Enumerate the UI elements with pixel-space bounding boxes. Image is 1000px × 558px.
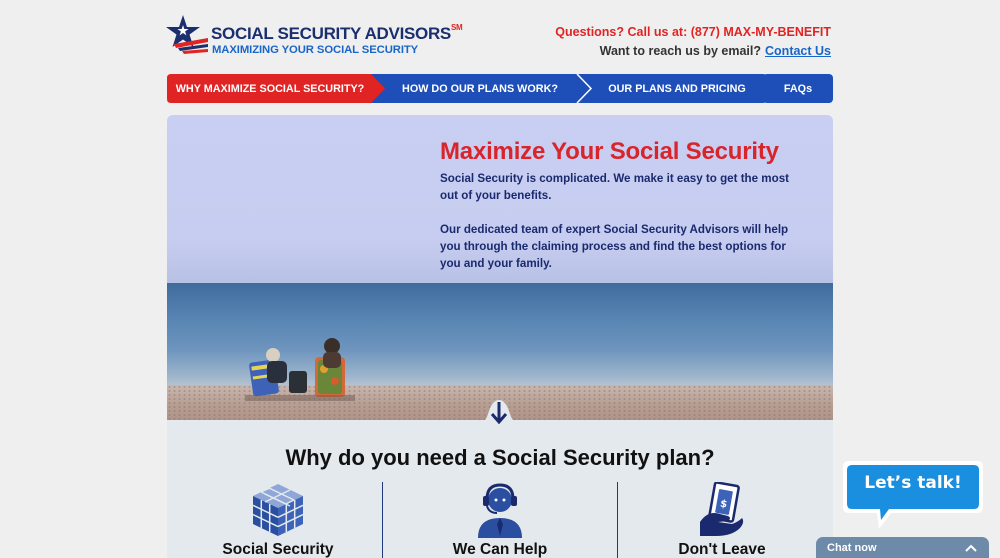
nav-label: WHY MAXIMIZE SOCIAL SECURITY? (175, 82, 365, 95)
column-label: Social Security (222, 541, 334, 558)
hero-paragraph-2: Our dedicated team of expert Social Secu… (440, 223, 789, 270)
email-prompt-row: Want to reach us by email? Contact Us (555, 44, 831, 58)
lets-talk-text: Let’s talk! (864, 473, 962, 493)
brand-tagline: MAXIMIZING YOUR SOCIAL SECURITY (212, 44, 419, 56)
service-mark: SM (450, 23, 463, 32)
main-nav: WHY MAXIMIZE SOCIAL SECURITY? OUR PLANS … (167, 74, 833, 103)
down-arrow-icon[interactable] (464, 394, 534, 428)
why-plan-section: Why do you need a Social Security plan? … (167, 400, 833, 558)
brand-name: SOCIAL SECURITY ADVISORSSM (211, 23, 463, 43)
nav-label: FAQs (783, 82, 813, 95)
nav-how-plans-work[interactable]: HOW DO OUR PLANS WORK? (371, 74, 593, 103)
nav-label: OUR PLANS AND PRICING (608, 82, 746, 95)
couple-on-beach-image (245, 338, 355, 401)
email-prompt: Want to reach us by email? (599, 44, 762, 58)
column-dont-leave[interactable]: $ Don't Leave (611, 482, 833, 558)
nav-plans-pricing[interactable]: OUR PLANS AND PRICING (577, 74, 767, 103)
flag-star-icon (166, 15, 208, 54)
nav-faqs[interactable]: FAQs (763, 74, 833, 103)
lets-talk-bubble[interactable]: Let’s talk! (843, 459, 985, 536)
site-logo[interactable]: SOCIAL SECURITY ADVISORSSM MAXIMIZING YO… (166, 14, 463, 58)
phone-text[interactable]: Questions? Call us at: (877) MAX-MY-BENE… (555, 25, 831, 39)
column-label: We Can Help (452, 541, 548, 558)
column-label: Don't Leave (678, 541, 766, 558)
section-heading: Why do you need a Social Security plan? (285, 445, 715, 470)
column-we-can-help[interactable]: We Can Help (389, 482, 611, 558)
cube-icon (252, 484, 304, 536)
contact-us-link[interactable]: Contact Us (765, 44, 831, 58)
chevron-up-icon[interactable] (965, 544, 977, 552)
hero-paragraph-1: Social Security is complicated. We make … (440, 172, 790, 202)
page: SOCIAL SECURITY ADVISORSSM MAXIMIZING YO… (0, 0, 1000, 558)
nav-why-maximize[interactable]: WHY MAXIMIZE SOCIAL SECURITY? (167, 74, 389, 103)
headset-advisor-icon (478, 483, 522, 538)
column-social-security[interactable]: Social Security (167, 482, 389, 558)
chat-now-bar[interactable]: Chat now (816, 537, 989, 558)
speech-bubble-icon (843, 461, 983, 529)
money-hand-icon: $ (700, 482, 744, 536)
hero-title: Maximize Your Social Security (440, 138, 779, 165)
hero-banner: Maximize Your Social Security Social Sec… (167, 115, 833, 425)
nav-label: HOW DO OUR PLANS WORK? (402, 82, 558, 95)
header-contact: Questions? Call us at: (877) MAX-MY-BENE… (555, 25, 831, 58)
chat-now-label: Chat now (827, 541, 877, 554)
